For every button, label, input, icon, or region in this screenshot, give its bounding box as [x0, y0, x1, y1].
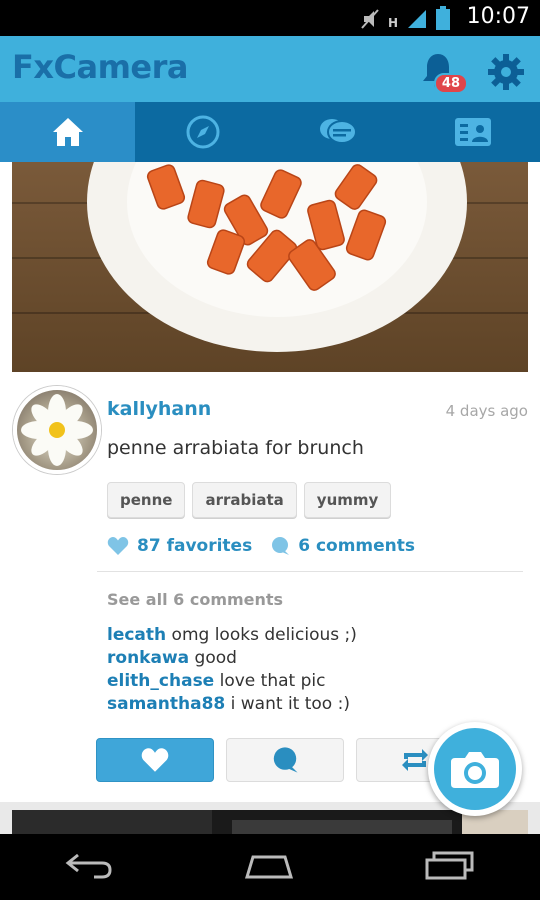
comments-count: 6 comments: [298, 536, 416, 556]
tag-chip[interactable]: penne: [107, 482, 186, 518]
divider: [97, 571, 523, 572]
notifications-button[interactable]: 48: [418, 48, 468, 94]
comment-text: love that pic: [219, 671, 326, 691]
favorites-count: 87 favorites: [137, 536, 253, 556]
comment-text: good: [194, 648, 237, 668]
post-stats: 87 favorites 6 comments: [107, 536, 415, 556]
repost-icon: [402, 749, 428, 771]
status-bar: H 10:07: [0, 0, 540, 36]
home-icon: [52, 118, 83, 146]
tag-chip[interactable]: yummy: [303, 482, 392, 518]
camera-button-fill: [434, 728, 516, 810]
comment-icon: [273, 747, 298, 773]
battery-icon: [436, 6, 450, 30]
network-type: H: [387, 16, 398, 30]
tab-messages[interactable]: [270, 102, 405, 162]
tab-bar: [0, 102, 540, 162]
comment-text: i want it too :): [230, 694, 350, 714]
camera-icon: [451, 752, 499, 788]
compass-icon: [186, 115, 219, 149]
next-post-photo[interactable]: [12, 810, 528, 834]
app-title: FxCamera: [12, 48, 189, 86]
notification-badge: 48: [433, 73, 468, 94]
tag-chip[interactable]: arrabiata: [192, 482, 297, 518]
comment-button[interactable]: [226, 738, 344, 782]
settings-button[interactable]: [486, 52, 526, 92]
post-card: kallyhann 4 days ago penne arrabiata for…: [0, 162, 540, 802]
back-button[interactable]: [64, 851, 114, 883]
comment-username[interactable]: ronkawa: [107, 648, 189, 668]
signal-icon: [408, 10, 426, 28]
tab-home[interactable]: [0, 102, 135, 162]
comment-item: ronkawa good: [107, 647, 527, 670]
comment-username[interactable]: elith_chase: [107, 671, 214, 691]
avatar[interactable]: [13, 386, 101, 474]
see-all-comments-link[interactable]: See all 6 comments: [107, 590, 283, 609]
tab-contacts[interactable]: [405, 102, 540, 162]
heart-icon: [107, 537, 129, 555]
comment-text: omg looks delicious ;): [171, 625, 357, 645]
comment-username[interactable]: samantha88: [107, 694, 225, 714]
post-photo[interactable]: [12, 162, 528, 372]
post-actions: [96, 738, 474, 782]
tag-list: penne arrabiata yummy: [107, 482, 392, 518]
post-timestamp: 4 days ago: [445, 402, 528, 420]
tab-explore[interactable]: [135, 102, 270, 162]
comment-icon: [272, 537, 290, 555]
comment-list: lecath omg looks delicious ;) ronkawa go…: [107, 624, 527, 716]
comments-link[interactable]: 6 comments: [270, 536, 415, 556]
home-nav-icon: [244, 855, 294, 879]
favorite-button[interactable]: [96, 738, 214, 782]
system-nav-bar: [0, 834, 540, 900]
app-bar: FxCamera 48: [0, 36, 540, 102]
status-time: 10:07: [466, 4, 530, 29]
pasta-plate-illustration: [87, 162, 467, 352]
contacts-icon: [454, 118, 491, 146]
recents-icon: [425, 851, 474, 880]
status-icons: H: [360, 6, 450, 30]
post-username[interactable]: kallyhann: [107, 398, 211, 420]
comment-username[interactable]: lecath: [107, 625, 166, 645]
chat-bubbles-icon: [319, 119, 357, 144]
mute-icon: [361, 9, 379, 29]
home-button[interactable]: [241, 851, 297, 883]
heart-icon: [141, 748, 169, 772]
gear-icon: [488, 54, 524, 90]
flower-icon: [21, 394, 93, 466]
comment-item: elith_chase love that pic: [107, 670, 527, 693]
comment-item: samantha88 i want it too :): [107, 693, 527, 716]
back-icon: [65, 853, 112, 879]
recents-button[interactable]: [424, 850, 476, 884]
camera-button[interactable]: [428, 722, 522, 816]
post-caption: penne arrabiata for brunch: [107, 437, 364, 459]
comment-item: lecath omg looks delicious ;): [107, 624, 527, 647]
favorites-link[interactable]: 87 favorites: [107, 536, 252, 556]
